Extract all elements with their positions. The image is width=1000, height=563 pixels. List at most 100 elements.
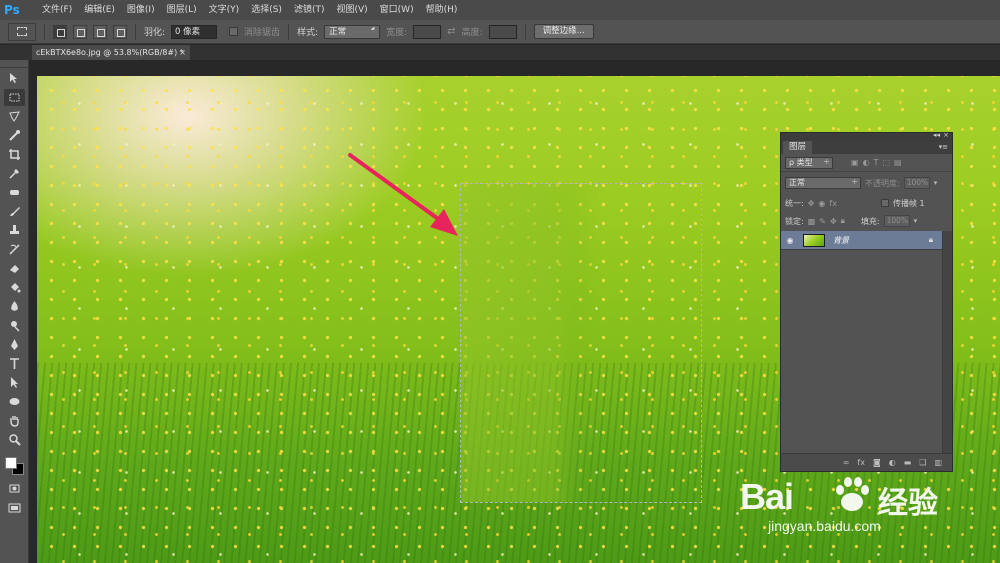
refine-edge-button[interactable]: 调整边缘... [533,24,594,39]
filter-pixel-icon[interactable]: ▣ [851,158,859,167]
document-tab[interactable]: cEkBTX6e8o.jpg @ 53.8%(RGB/8#) * × [32,45,190,60]
mask-icon[interactable]: ◙ [873,458,881,467]
ellipse-tool-icon[interactable] [4,393,25,410]
menu-window[interactable]: 窗口(W) [374,0,420,20]
close-tab-icon[interactable]: × [179,45,186,60]
eyedropper-tool-icon[interactable] [4,165,25,182]
intersect-selection-button[interactable] [113,24,127,39]
new-selection-button[interactable] [53,24,67,39]
eye-icon[interactable]: ◉ [781,236,799,245]
brush-tool-icon[interactable] [4,203,25,220]
adjustment-icon[interactable]: ◐ [889,458,896,467]
filter-shape-icon[interactable]: ⬚ [882,158,890,167]
move-tool-icon[interactable] [4,70,25,87]
pen-tool-icon[interactable] [4,336,25,353]
watermark-logo-text: Bai [740,476,794,517]
fx-icon[interactable]: fx [857,458,865,467]
fill-label: 填充: [860,216,880,226]
foreground-color-swatch[interactable] [4,457,17,469]
blur-tool-icon[interactable] [4,298,25,315]
toolbox [0,60,29,563]
fill-input[interactable]: 100% [883,215,910,227]
filter-adjust-icon[interactable]: ◐ [863,158,870,167]
clone-stamp-tool-icon[interactable] [4,222,25,239]
paw-icon [836,477,869,511]
menu-view[interactable]: 视图(V) [330,0,373,20]
add-selection-button[interactable] [73,24,87,39]
feather-input[interactable]: 0 像素 [171,24,218,39]
trash-icon[interactable]: ▥ [934,458,942,467]
rect-marquee-tool-icon[interactable] [3,89,25,106]
lock-pixels-icon[interactable]: ✎ [819,217,826,226]
menu-file[interactable]: 文件(F) [36,0,78,20]
folder-icon[interactable]: ▬ [904,458,912,467]
color-swatches[interactable] [4,454,25,476]
collapse-icon[interactable]: ◂◂ [933,131,940,139]
zoom-tool-icon[interactable] [4,431,25,448]
panel-header: 图层 ▾≡ [781,141,952,154]
menu-filter[interactable]: 滤镜(T) [288,0,331,20]
options-bar: 羽化: 0 像素 消除锯齿 样式: 正常 宽度: ⇄ 高度: 调整边缘... [0,20,1000,44]
opacity-dropdown-icon[interactable]: ▾ [934,179,938,187]
lasso-tool-icon[interactable] [4,108,25,125]
unify-position-icon[interactable]: ✥ [808,199,815,208]
menu-edit[interactable]: 编辑(E) [78,0,121,20]
divider [44,23,45,40]
antialias-checkbox[interactable] [229,27,239,36]
unify-style-icon[interactable]: fx [829,199,837,208]
layer-list-scrollbar[interactable] [942,231,952,453]
toolbox-grip[interactable] [0,60,28,68]
tool-preset-picker[interactable] [8,22,36,41]
lock-transparent-icon[interactable]: ▩ [808,217,816,226]
menu-layer[interactable]: 图层(L) [161,0,203,20]
panel-titlebar[interactable]: ◂◂ × [781,131,952,141]
close-panel-icon[interactable]: × [943,131,949,139]
new-layer-icon[interactable]: ❏ [919,458,926,467]
watermark-cn-text: 经验 [878,486,938,521]
baidu-watermark: Bai 经验 jingyan.baidu.com [740,470,990,550]
filter-type-icon[interactable]: T [874,158,879,167]
eraser-tool-icon[interactable] [4,260,25,277]
unify-visibility-icon[interactable]: ◉ [818,199,825,208]
style-select[interactable]: 正常 [324,24,381,39]
feather-label: 羽化: [144,28,166,38]
paint-bucket-tool-icon[interactable] [4,279,25,296]
layer-row[interactable]: ◉ 背景 🔒︎ [781,231,943,250]
height-input[interactable] [488,24,517,39]
subtract-selection-button[interactable] [93,24,107,39]
width-label: 宽度: [386,28,408,38]
link-icon[interactable]: ∞ [843,458,850,467]
swap-icon[interactable]: ⇄ [447,26,455,37]
menu-help[interactable]: 帮助(H) [420,0,464,20]
width-input[interactable] [413,24,442,39]
quick-select-tool-icon[interactable] [4,127,25,144]
menu-type[interactable]: 文字(Y) [203,0,246,20]
screen-mode-icon[interactable] [4,499,25,516]
lock-label: 锁定: [785,216,804,226]
panel-menu-icon[interactable]: ▾≡ [939,141,948,154]
filter-row: ρ 类型 ▣ ◐ T ⬚ ▤ [781,154,952,172]
path-select-tool-icon[interactable] [4,374,25,391]
filter-smart-icon[interactable]: ▤ [894,158,902,167]
lock-all-icon[interactable]: 🔒︎ [841,216,845,226]
document-tab-title: cEkBTX6e8o.jpg @ 53.8%(RGB/8#) * [36,48,184,57]
lock-position-icon[interactable]: ✥ [830,217,837,226]
opacity-input[interactable]: 100% [903,177,930,189]
crop-tool-icon[interactable] [4,146,25,163]
blend-mode-select[interactable]: 正常 [785,177,861,189]
menu-image[interactable]: 图像(I) [121,0,161,20]
divider [524,23,526,40]
history-brush-tool-icon[interactable] [4,241,25,258]
quick-mask-icon[interactable] [4,480,25,497]
ps-logo: Ps [4,3,20,17]
hand-tool-icon[interactable] [4,412,25,429]
menu-select[interactable]: 选择(S) [245,0,288,20]
dodge-tool-icon[interactable] [4,317,25,334]
propagate-checkbox[interactable] [880,199,889,207]
height-label: 高度: [461,28,483,38]
type-tool-icon[interactable] [4,355,25,372]
spot-healing-tool-icon[interactable] [4,184,25,201]
fill-dropdown-icon[interactable]: ▾ [914,217,918,225]
layer-filter-select[interactable]: ρ 类型 [785,156,833,169]
layers-tab[interactable]: 图层 [783,141,813,154]
